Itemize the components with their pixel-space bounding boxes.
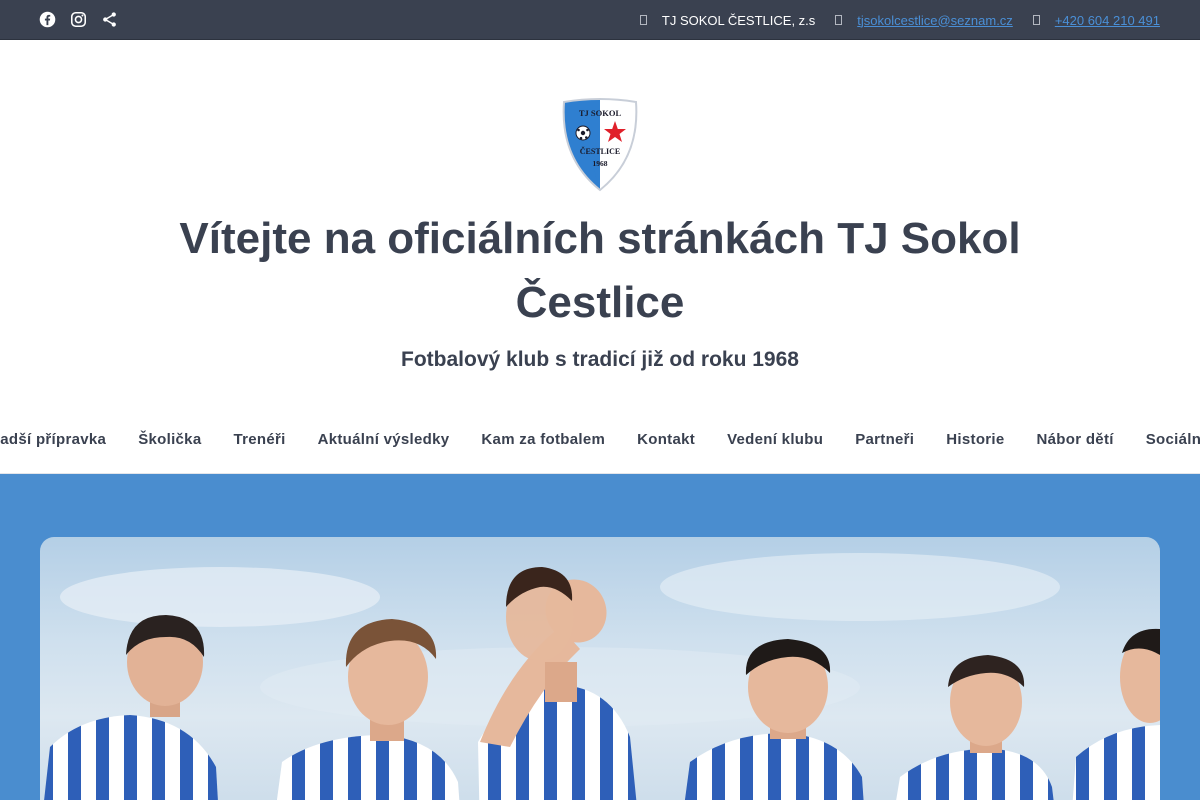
email-item: tjsokolcestlice@seznam.cz [835,13,1013,28]
logo-text-bottom: ČESTLICE [580,146,620,156]
nav-item[interactable]: Mladší přípravka [0,431,106,448]
contact-info: TJ SOKOL ČESTLICE, z.s tjsokolcestlice@s… [620,0,1160,40]
nav-item[interactable]: Sociální sítě [1146,431,1200,448]
nav-item[interactable]: Partneři [855,431,914,448]
club-name-item: TJ SOKOL ČESTLICE, z.s [639,12,816,28]
instagram-icon[interactable] [70,11,87,28]
page-title-line2: Čestlice [515,278,685,327]
nav-item[interactable]: Kam za fotbalem [481,431,605,448]
social-links [39,11,118,28]
nav-list: Mladší přípravka Školička Trenéři Aktuální … [0,404,1200,474]
tagline: Fotbalový klub s tradicí již od roku 196… [401,348,799,371]
club-logo[interactable]: TJ SOKOL ČESTLICE 1968 [560,98,640,192]
phone-link[interactable]: +420 604 210 491 [1055,13,1160,28]
nav-item[interactable]: Školička [138,431,201,448]
facebook-icon[interactable] [39,11,56,28]
phone-item: +420 604 210 491 [1032,13,1160,28]
email-link[interactable]: tjsokolcestlice@seznam.cz [857,13,1013,28]
team-photo [40,537,1160,800]
team-photo-illustration [44,553,1160,800]
player-1 [44,615,218,800]
hero-section [0,474,1200,800]
nav-item[interactable]: Kontakt [637,431,695,448]
nav-item[interactable]: Vedení klubu [727,431,823,448]
nav-item[interactable]: Aktuální výsledky [318,431,450,448]
logo-year: 1968 [593,159,608,168]
phone-icon [1032,15,1040,25]
envelope-icon [835,15,843,25]
page-title-line1: Vítejte na oficiálních stránkách TJ Soko… [179,214,1021,263]
player-5 [896,655,1054,800]
main-nav: Mladší přípravka Školička Trenéři Aktuální … [0,404,1200,474]
top-bar: TJ SOKOL ČESTLICE, z.s tjsokolcestlice@s… [0,0,1200,40]
nav-item[interactable]: Trenéři [233,431,285,448]
nav-item[interactable]: Historie [946,431,1004,448]
nav-item[interactable]: Nábor dětí [1037,431,1114,448]
page-title: Vítejte na oficiálních stránkách TJ Soko… [0,207,1200,335]
club-name: TJ SOKOL ČESTLICE, z.s [661,12,816,28]
logo-text-top: TJ SOKOL [579,108,622,118]
building-icon [639,15,647,25]
player-6 [1072,628,1160,800]
share-icon[interactable] [101,11,118,28]
